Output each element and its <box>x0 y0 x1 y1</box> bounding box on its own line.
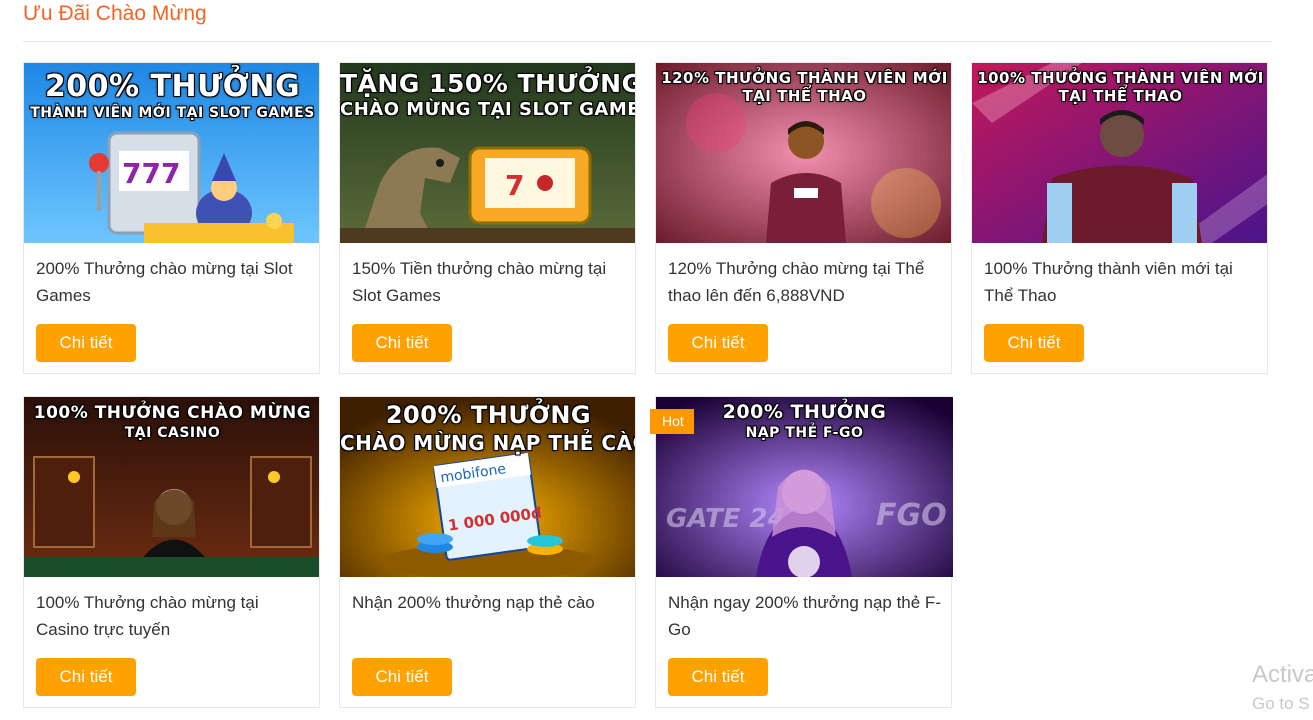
promo-description: 150% Tiền thưởng chào mừng tại Slot Game… <box>352 259 607 305</box>
promo-description: Nhận ngay 200% thưởng nạp thẻ F-Go <box>668 593 941 639</box>
promo-card: 100% THƯỞNG CHÀO MỪNG TẠI CASINO 100% Th… <box>23 396 320 708</box>
details-button[interactable]: Chi tiết <box>352 658 452 696</box>
windows-activation-hint: Go to S <box>1252 694 1310 713</box>
hot-badge: Hot <box>650 409 694 434</box>
promo-banner-scratch-card[interactable]: mobifone 1 000 000đ 200% THƯỞNG CHÀO MỪN… <box>340 397 636 577</box>
banner-subheadline: THÀNH VIÊN MỚI TẠI SLOT GAMES <box>30 105 315 121</box>
banner-subheadline: CHÀO MỪNG TẠI SLOT GAMES <box>340 99 636 120</box>
banner-subheadline: TẠI THỂ THAO <box>742 87 867 105</box>
promo-description: 100% Thưởng thành viên mới tại Thể Thao <box>984 259 1233 305</box>
promo-card: mobifone 1 000 000đ 200% THƯỞNG CHÀO MỪN… <box>339 396 636 708</box>
promo-card: 100% THƯỞNG THÀNH VIÊN MỚI TẠI THỂ THAO … <box>971 62 1268 374</box>
svg-text:FGO: FGO <box>876 498 947 533</box>
promo-banner-sports-100[interactable]: 100% THƯỞNG THÀNH VIÊN MỚI TẠI THỂ THAO <box>972 63 1267 243</box>
fgo-crystal-ball-illustration: GATE 247 FGO <box>656 397 953 577</box>
promo-description: 100% Thưởng chào mừng tại Casino trực tu… <box>36 593 259 639</box>
details-button[interactable]: Chi tiết <box>352 324 452 362</box>
banner-headline: 120% THƯỞNG THÀNH VIÊN MỚI <box>661 69 948 87</box>
banner-headline: TẶNG 150% THƯỞNG <box>340 69 636 98</box>
details-button[interactable]: Chi tiết <box>668 658 768 696</box>
banner-subheadline: TẠI CASINO <box>124 425 221 441</box>
banner-headline: 100% THƯỞNG THÀNH VIÊN MỚI <box>977 69 1264 87</box>
title-divider <box>23 41 1272 42</box>
promo-card: 777 200% THƯỞNG THÀNH VIÊN MỚI TẠI SLOT … <box>23 62 320 374</box>
details-button[interactable]: Chi tiết <box>984 324 1084 362</box>
promo-description: 120% Thưởng chào mừng tại Thể thao lên đ… <box>668 259 925 305</box>
promo-banner-slot-games[interactable]: 777 200% THƯỞNG THÀNH VIÊN MỚI TẠI SLOT … <box>24 63 319 243</box>
banner-subheadline: TẠI THỂ THAO <box>1058 87 1183 105</box>
banner-subheadline: CHÀO MỪNG NẠP THẺ CÀO <box>340 431 636 455</box>
banner-headline: 200% THƯỞNG <box>385 401 592 429</box>
promo-banner-slot-games-150[interactable]: 7 TẶNG 150% THƯỞNG CHÀO MỪNG TẠI SLOT GA… <box>340 63 636 243</box>
banner-headline: 200% THƯỞNG <box>722 401 887 423</box>
promo-banner-casino[interactable]: 100% THƯỞNG CHÀO MỪNG TẠI CASINO <box>24 397 319 577</box>
svg-text:7: 7 <box>505 169 524 202</box>
section-title: Ưu Đãi Chào Mừng <box>23 2 207 25</box>
details-button[interactable]: Chi tiết <box>36 324 136 362</box>
promo-card: 120% THƯỞNG THÀNH VIÊN MỚI TẠI THỂ THAO … <box>655 62 952 374</box>
banner-subheadline: NẠP THẺ F-GO <box>745 425 864 441</box>
svg-text:777: 777 <box>122 157 180 190</box>
promo-card: 7 TẶNG 150% THƯỞNG CHÀO MỪNG TẠI SLOT GA… <box>339 62 636 374</box>
banner-headline: 100% THƯỞNG CHÀO MỪNG <box>33 403 312 423</box>
details-button[interactable]: Chi tiết <box>668 324 768 362</box>
casino-dealer-illustration <box>24 397 319 577</box>
promo-card: GATE 247 FGO 200% THƯỞNG NẠP THẺ F-GO Ho… <box>650 396 953 708</box>
promo-description: Nhận 200% thưởng nạp thẻ cào <box>352 593 595 612</box>
promo-banner-sports-120[interactable]: 120% THƯỞNG THÀNH VIÊN MỚI TẠI THỂ THAO <box>656 63 951 243</box>
details-button[interactable]: Chi tiết <box>36 658 136 696</box>
banner-headline: 200% THƯỞNG <box>44 69 301 104</box>
promo-description: 200% Thưởng chào mừng tại Slot Games <box>36 259 293 305</box>
windows-activation-watermark: Activa <box>1252 661 1313 688</box>
promo-banner-fgo[interactable]: GATE 247 FGO 200% THƯỞNG NẠP THẺ F-GO <box>656 397 953 577</box>
